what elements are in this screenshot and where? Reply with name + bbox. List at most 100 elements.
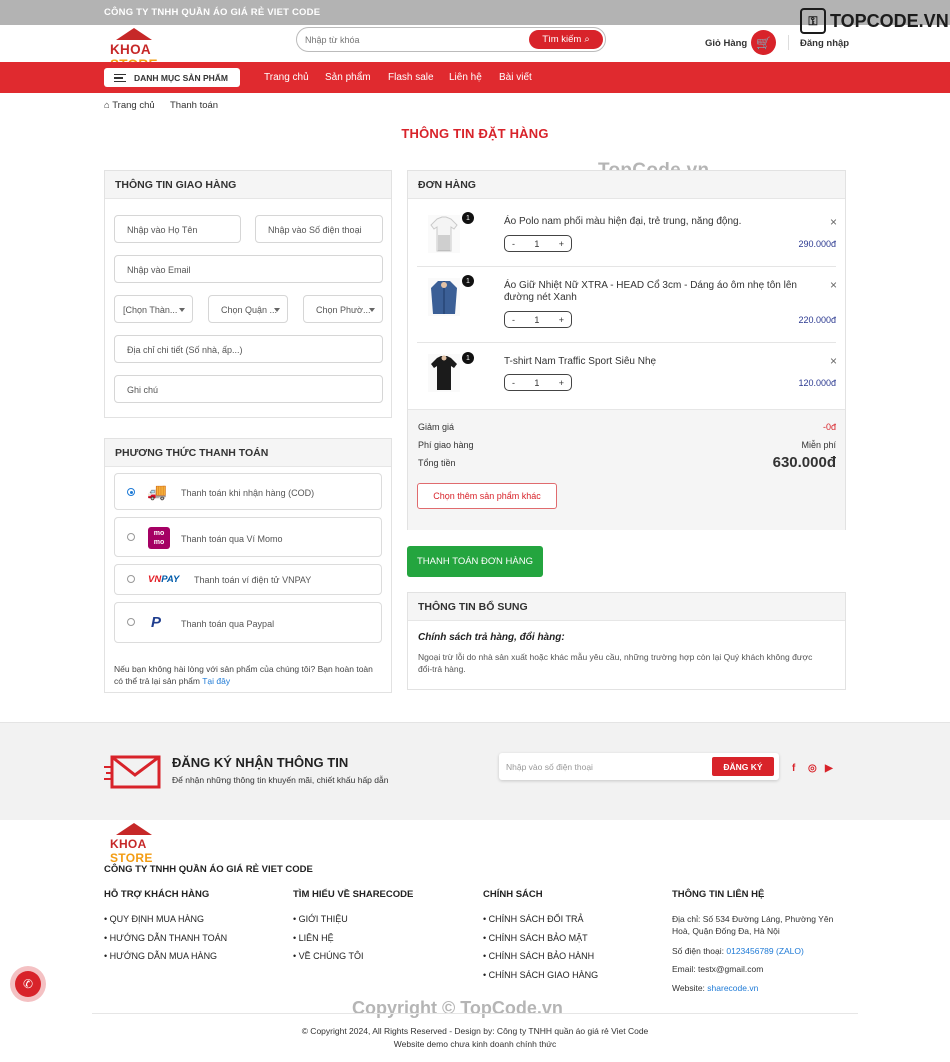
footer-link[interactable]: • VỀ CHÚNG TÔI [293,951,364,961]
phone-field[interactable]: Nhập vào Số điện thoại [255,215,383,243]
return-note-link[interactable]: Tại đây [202,676,230,686]
radio-cod[interactable] [127,488,135,496]
breadcrumb-current: Thanh toán [170,100,219,111]
checkout-button[interactable]: THANH TOÁN ĐƠN HÀNG [407,546,543,577]
remove-item-icon[interactable]: × [830,278,837,292]
radio-vnpay[interactable] [127,575,135,583]
footer-logo[interactable]: KHOA STORE [110,823,190,865]
footer-link[interactable]: • HƯỚNG DẪN MUA HÀNG [104,951,217,961]
return-note-text: Nếu bạn không hài lòng với sản phẩm của … [114,664,373,686]
product-price: 220.000đ [798,315,836,325]
product-image[interactable] [428,278,460,316]
name-field[interactable]: Nhập vào Họ Tên [114,215,241,243]
search-bar: Tìm kiếm ⌕ [296,27,606,52]
youtube-icon[interactable]: ▶ [825,763,833,774]
product-image[interactable] [428,215,460,253]
footer-link[interactable]: • CHÍNH SÁCH GIAO HÀNG [483,970,598,980]
total-value: 630.000đ [772,454,836,471]
footer-website-link[interactable]: sharecode.vn [707,983,758,993]
vnpay-logo-pay: PAY [161,574,180,585]
payment-option-cod[interactable]: 🚚 Thanh toán khi nhận hàng (COD) [114,473,382,510]
order-panel: ĐƠN HÀNG 1 Áo Polo nam phối màu hiện đại… [407,170,846,530]
header-separator [788,35,789,50]
continue-shopping-button[interactable]: Chọn thêm sản phẩm khác [417,483,557,509]
footer-phone-link[interactable]: 0123456789 (ZALO) [726,946,804,956]
nav-link-flash-sale[interactable]: Flash sale [388,72,434,83]
footer-link[interactable]: • CHÍNH SÁCH BẢO MẬT [483,933,588,943]
topcode-logo-icon: ⚿ [800,8,826,34]
newsletter-phone-input[interactable]: Nhập vào số điện thoại [506,762,593,772]
remove-item-icon[interactable]: × [830,215,837,229]
quantity-badge: 1 [462,352,474,364]
search-input[interactable] [305,32,525,48]
increment-button[interactable]: + [559,378,564,388]
radio-paypal[interactable] [127,618,135,626]
subscribe-button[interactable]: ĐĂNG KÝ [712,757,774,776]
quantity-stepper[interactable]: - 1 + [504,235,572,252]
decrement-button[interactable]: - [512,315,515,325]
breadcrumb-home[interactable]: ⌂ Trang chủ [104,100,155,111]
payment-option-paypal[interactable]: P Thanh toán qua Paypal [114,602,382,643]
company-name: CÔNG TY TNHH QUẦN ÁO GIÁ RẺ VIET CODE [104,7,321,18]
floating-call-button[interactable]: ✆ [10,966,46,1002]
vnpay-logo-icon: VNPAY [148,574,179,585]
radio-momo[interactable] [127,533,135,541]
decrement-button[interactable]: - [512,239,515,249]
payment-option-momo[interactable]: mo mo Thanh toán qua Ví Momo [114,517,382,557]
login-link[interactable]: Đăng nhập [800,38,849,49]
quantity-badge: 1 [462,212,474,224]
momo-logo-icon: mo mo [148,527,170,549]
nav-link-contact[interactable]: Liên hệ [449,72,482,83]
instagram-icon[interactable]: ◎ [808,763,817,774]
cart-label[interactable]: Giỏ Hàng [705,38,747,49]
address-field[interactable]: Địa chỉ chi tiết (Số nhà, ấp...) [114,335,383,363]
nav-link-home[interactable]: Trang chủ [264,72,309,83]
province-select[interactable]: [Chọn Thàn... [114,295,193,323]
page-title: THÔNG TIN ĐẶT HÀNG [401,126,549,141]
footer-link[interactable]: • HƯỚNG DẪN THANH TOÁN [104,933,227,943]
remove-item-icon[interactable]: × [830,354,837,368]
increment-button[interactable]: + [559,315,564,325]
footer-address: Địa chỉ: Số 534 Đường Láng, Phường Yên H… [672,914,834,936]
decrement-button[interactable]: - [512,378,515,388]
facebook-icon[interactable]: f [792,763,795,774]
footer-col-policy-title: CHÍNH SÁCH [483,889,543,900]
cart-icon[interactable]: 🛒 [751,30,776,55]
quantity-stepper[interactable]: - 1 + [504,311,572,328]
payment-panel-title: PHƯƠNG THỨC THANH TOÁN [105,439,391,467]
footer-link[interactable]: • GIỚI THIỆU [293,914,348,924]
footer-col-about-title: TÌM HIỂU VỀ SHARECODE [293,889,414,900]
note-field[interactable]: Ghi chú [114,375,383,403]
category-menu-button[interactable]: DANH MỤC SẢN PHẨM [104,68,240,87]
delivery-truck-icon: 🚚 [147,484,167,501]
footer-link[interactable]: • CHÍNH SÁCH BẢO HÀNH [483,951,594,961]
logo-text-khoa: KHOA [110,42,151,57]
footer-phone-label: Số điện thoại: [672,946,724,956]
product-image[interactable] [428,354,460,392]
search-button[interactable]: Tìm kiếm ⌕ [529,30,603,49]
home-icon: ⌂ [104,100,110,111]
ward-select[interactable]: Chọn Phườ... [303,295,383,323]
increment-button[interactable]: + [559,239,564,249]
payment-option-vnpay[interactable]: VNPAY Thanh toán ví điện tử VNPAY [114,564,382,595]
email-field[interactable]: Nhập vào Email [114,255,383,283]
district-select[interactable]: Chọn Quận ... [208,295,288,323]
footer-link[interactable]: • QUY ĐỊNH MUA HÀNG [104,914,204,924]
search-button-label: Tìm kiếm [542,34,582,45]
payment-label-cod: Thanh toán khi nhận hàng (COD) [181,488,315,498]
item-divider [417,266,836,267]
newsletter-form: Nhập vào số điện thoại ĐĂNG KÝ [499,753,779,780]
store-logo[interactable]: KHOA STORE [110,28,190,72]
vnpay-logo-vn: VN [148,574,162,585]
nav-link-products[interactable]: Sản phẩm [325,72,371,83]
quantity-stepper[interactable]: - 1 + [504,374,572,391]
breadcrumb-home-label: Trang chủ [112,100,155,111]
extra-info-panel: THÔNG TIN BỔ SUNG Chính sách trả hàng, đ… [407,592,846,690]
order-item: 1 Áo Polo nam phối màu hiện đại, trẻ tru… [408,205,845,265]
total-label: Tổng tiền [418,458,456,468]
policy-text: Ngoại trừ lỗi do nhà sản xuất hoặc khác … [418,652,813,674]
order-item: 1 T-shirt Nam Traffic Sport Siêu Nhẹ × -… [408,346,845,406]
footer-link[interactable]: • LIÊN HỆ [293,933,334,943]
footer-link[interactable]: • CHÍNH SÁCH ĐỔI TRẢ [483,914,584,924]
nav-link-posts[interactable]: Bài viết [499,72,532,83]
